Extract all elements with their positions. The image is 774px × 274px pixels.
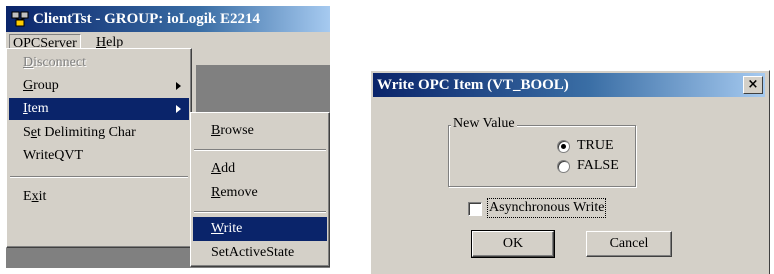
menu-item-item[interactable]: Item bbox=[9, 98, 189, 120]
write-opc-item-dialog: Write OPC Item (VT_BOOL) × New Value TRU… bbox=[370, 70, 770, 274]
submenu-item-add[interactable]: Add bbox=[193, 157, 327, 181]
menu-item-exit[interactable]: Exit bbox=[9, 186, 189, 208]
radio-false-label: FALSE bbox=[577, 158, 619, 173]
menu-item-writeqvt[interactable]: WriteQVT bbox=[9, 145, 189, 167]
menu-item-group[interactable]: Group bbox=[9, 75, 189, 97]
close-button[interactable]: × bbox=[743, 76, 763, 94]
submenu-item-remove[interactable]: Remove bbox=[193, 181, 327, 205]
ok-button[interactable]: OK bbox=[471, 230, 555, 258]
menu-item-disconnect: Disconnect bbox=[23, 55, 86, 70]
async-write-label: Asynchronous Write bbox=[486, 198, 607, 218]
radio-button-true[interactable] bbox=[557, 140, 570, 153]
submenu-item-setactivestate[interactable]: SetActiveState bbox=[193, 241, 327, 265]
menu-item-set-delimiting-char[interactable]: Set Delimiting Char bbox=[9, 122, 189, 144]
radio-selected-dot bbox=[561, 144, 566, 149]
new-value-group bbox=[448, 125, 636, 187]
submenu-separator bbox=[194, 149, 326, 151]
client-window-title: ClientTst - GROUP: ioLogik E2214 bbox=[33, 11, 260, 27]
dialog-title: Write OPC Item (VT_BOOL) bbox=[377, 77, 569, 93]
cancel-button[interactable]: Cancel bbox=[586, 231, 672, 257]
submenu-item-write[interactable]: Write bbox=[193, 217, 327, 241]
client-area bbox=[196, 65, 330, 119]
new-value-group-label: New Value bbox=[451, 116, 517, 132]
submenu-arrow-icon bbox=[176, 105, 181, 113]
radio-button-false[interactable] bbox=[557, 160, 570, 173]
client-title-bar[interactable]: ClientTst - GROUP: ioLogik E2214 bbox=[6, 6, 330, 32]
item-submenu: Browse Add Remove Write SetActiveState bbox=[190, 112, 330, 267]
submenu-item-browse[interactable]: Browse bbox=[193, 119, 327, 143]
submenu-separator bbox=[194, 211, 326, 213]
opcserver-menu: Disconnect Group Item Set Delimiting Cha… bbox=[6, 48, 192, 248]
radio-true-label: TRUE bbox=[577, 138, 614, 153]
dialog-title-bar[interactable]: Write OPC Item (VT_BOOL) × bbox=[373, 73, 765, 97]
async-write-checkbox[interactable] bbox=[468, 202, 482, 216]
menu-separator bbox=[10, 176, 188, 178]
submenu-arrow-icon bbox=[176, 82, 181, 90]
app-icon bbox=[11, 11, 29, 27]
